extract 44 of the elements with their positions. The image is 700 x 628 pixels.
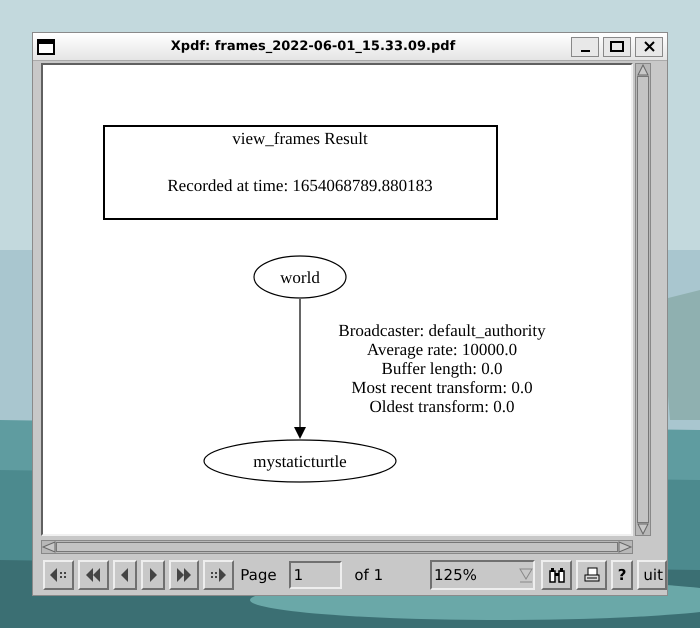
double-left-icon	[84, 566, 102, 584]
last-page-button[interactable]	[168, 560, 200, 590]
next-page-button[interactable]	[140, 560, 165, 590]
binoculars-icon	[548, 567, 566, 583]
double-right-icon	[174, 566, 193, 584]
back-button[interactable]	[43, 560, 74, 590]
back-icon	[49, 566, 68, 584]
first-page-button[interactable]	[78, 560, 109, 590]
quit-button[interactable]: uit	[637, 560, 667, 590]
edge-label: Average rate: 10000.0	[366, 340, 518, 359]
page-field[interactable]: 1	[288, 561, 342, 589]
edge-label: Oldest transform: 0.0	[370, 397, 514, 416]
vertical-scrollbar[interactable]	[635, 63, 651, 536]
scroll-left-icon[interactable]	[42, 541, 56, 553]
node-label: world	[280, 268, 320, 287]
previous-page-button[interactable]	[112, 560, 137, 590]
find-button[interactable]	[541, 560, 572, 590]
help-button[interactable]: ?	[611, 560, 634, 590]
horizontal-scrollbar[interactable]	[41, 540, 633, 554]
close-button[interactable]	[635, 36, 663, 56]
left-icon	[120, 566, 130, 584]
edge-label: Buffer length: 0.0	[381, 359, 503, 378]
node-label: mystaticturtle	[253, 452, 347, 471]
forward-button[interactable]	[203, 560, 234, 590]
right-icon	[148, 566, 158, 584]
graph-title: view_frames Result	[232, 129, 368, 148]
dropdown-icon	[519, 567, 534, 583]
page-count: of 1	[354, 564, 384, 586]
close-icon	[644, 41, 654, 52]
zoom-combo[interactable]: 125%	[430, 560, 536, 590]
printer-icon	[582, 567, 601, 583]
recorded-time: Recorded at time: 1654068789.880183	[167, 176, 433, 195]
print-button[interactable]	[576, 560, 608, 590]
window-title: Xpdf: frames_2022-06-01_15.33.09.pdf	[170, 38, 456, 56]
edge-label: Broadcaster: default_authority	[338, 321, 546, 340]
scroll-right-icon[interactable]	[618, 541, 632, 553]
forward-icon	[210, 566, 228, 584]
maximize-icon	[610, 41, 624, 52]
edge-label: Most recent transform: 0.0	[351, 378, 533, 397]
page-label: Page	[240, 564, 277, 586]
maximize-button[interactable]	[603, 36, 631, 56]
window-menu-icon[interactable]	[37, 38, 55, 54]
minimize-icon	[580, 50, 590, 52]
minimize-button[interactable]	[571, 36, 599, 56]
